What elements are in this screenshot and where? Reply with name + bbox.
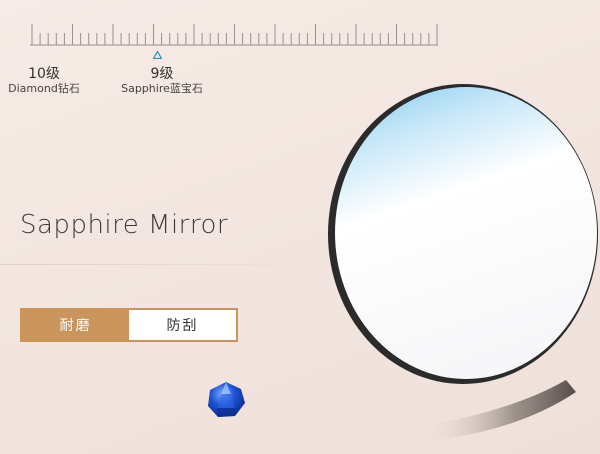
feature-tabs: 耐磨 防刮 <box>20 308 238 342</box>
diamond-name: Diamond钻石 <box>8 82 80 95</box>
diamond-level: 10级 <box>28 66 60 82</box>
sapphire-gem-icon <box>208 382 245 417</box>
sapphire-level: 9级 <box>150 66 174 82</box>
lens-image <box>328 84 598 440</box>
current-level-marker-icon <box>153 51 162 59</box>
hardness-scale <box>30 14 440 50</box>
page-title: Sapphire Mirror <box>20 210 229 240</box>
scale-label-diamond: 10级 Diamond钻石 <box>2 66 86 96</box>
sapphire-name: Sapphire蓝宝石 <box>121 82 203 95</box>
tab-scratch-resistant[interactable]: 防刮 <box>129 310 236 340</box>
scale-ruler <box>30 24 438 46</box>
scale-label-sapphire: 9级 Sapphire蓝宝石 <box>112 66 212 96</box>
divider <box>0 264 330 265</box>
tab-wear-resistant[interactable]: 耐磨 <box>22 310 129 340</box>
